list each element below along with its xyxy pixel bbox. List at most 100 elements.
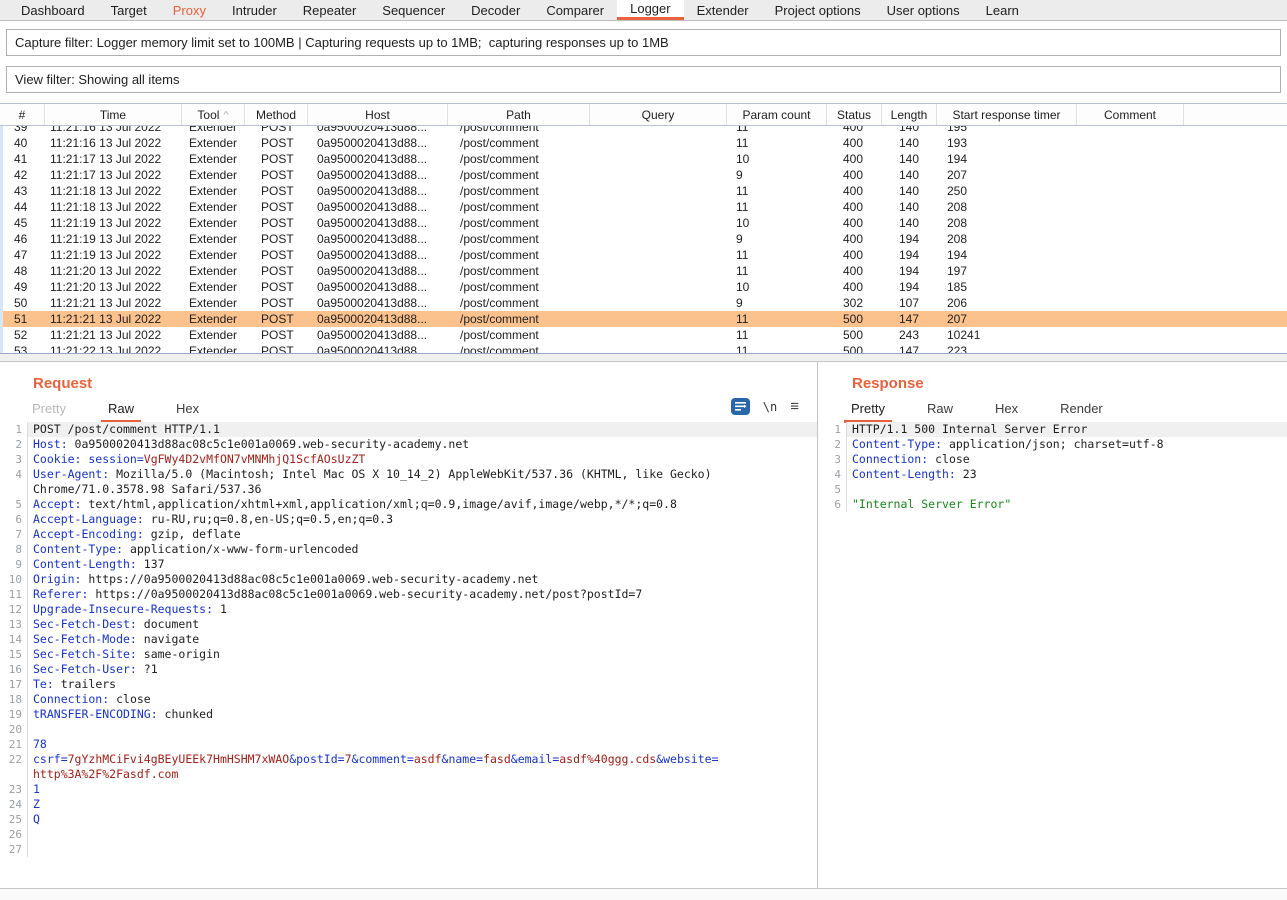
line-content: tRANSFER-ENCODING: chunked (28, 707, 817, 722)
table-row[interactable]: 4911:21:20 13 Jul 2022ExtenderPOST0a9500… (3, 279, 1287, 295)
horizontal-splitter[interactable] (0, 353, 1287, 362)
editor-menu-icon[interactable]: ≡ (790, 398, 799, 415)
request-editor[interactable]: 1POST /post/comment HTTP/1.12Host: 0a950… (0, 422, 817, 888)
menu-tab-user-options[interactable]: User options (874, 0, 973, 20)
capture-filter-bar[interactable]: Capture filter: Logger memory limit set … (6, 29, 1281, 56)
line-content: Origin: https://0a9500020413d88ac08c5c1e… (28, 572, 817, 587)
cell-comment (1080, 263, 1187, 279)
cell-tool: Extender (185, 327, 248, 343)
table-row[interactable]: 4211:21:17 13 Jul 2022ExtenderPOST0a9500… (3, 167, 1287, 183)
table-row[interactable]: 5111:21:21 13 Jul 2022ExtenderPOST0a9500… (3, 311, 1287, 327)
newline-toggle-icon[interactable]: \n (763, 400, 777, 414)
view-filter-bar[interactable]: View filter: Showing all items (6, 66, 1281, 93)
menu-tab-comparer[interactable]: Comparer (533, 0, 617, 20)
table-row[interactable]: 4011:21:16 13 Jul 2022ExtenderPOST0a9500… (3, 135, 1287, 151)
response-tab-raw[interactable]: Raw (920, 401, 960, 423)
cell-length: 140 (885, 126, 940, 135)
menu-tab-logger[interactable]: Logger (617, 0, 683, 20)
menu-tab-target[interactable]: Target (98, 0, 160, 20)
column-header-query[interactable]: Query (590, 104, 727, 125)
table-row[interactable]: 4511:21:19 13 Jul 2022ExtenderPOST0a9500… (3, 215, 1287, 231)
cell-param_count: 9 (730, 231, 830, 247)
column-header-host[interactable]: Host (308, 104, 448, 125)
line-number: 3 (0, 452, 28, 467)
cell-method: POST (248, 311, 311, 327)
cell-host: 0a9500020413d88... (311, 327, 451, 343)
line-number: 8 (0, 542, 28, 557)
cell-comment (1080, 311, 1187, 327)
cell-path: /post/comment (451, 135, 593, 151)
cell-host: 0a9500020413d88... (311, 215, 451, 231)
line-number: 16 (0, 662, 28, 677)
editor-line: 4Content-Length: 23 (819, 467, 1287, 482)
menu-tab-dashboard[interactable]: Dashboard (8, 0, 98, 20)
editor-line: 22csrf=7gYzhMCiFvi4gBEyUEEk7HmHSHM7xWAO&… (0, 752, 817, 767)
column-header-[interactable]: # (0, 104, 45, 125)
table-row[interactable]: 4111:21:17 13 Jul 2022ExtenderPOST0a9500… (3, 151, 1287, 167)
table-row[interactable]: 4811:21:20 13 Jul 2022ExtenderPOST0a9500… (3, 263, 1287, 279)
column-header-param-count[interactable]: Param count (727, 104, 827, 125)
table-row[interactable]: 5211:21:21 13 Jul 2022ExtenderPOST0a9500… (3, 327, 1287, 343)
table-row[interactable]: 4711:21:19 13 Jul 2022ExtenderPOST0a9500… (3, 247, 1287, 263)
line-content: Accept: text/html,application/xhtml+xml,… (28, 497, 817, 512)
column-header-label: Status (837, 108, 871, 122)
menu-tab-proxy[interactable]: Proxy (160, 0, 219, 20)
table-row[interactable]: 4311:21:18 13 Jul 2022ExtenderPOST0a9500… (3, 183, 1287, 199)
line-number: 14 (0, 632, 28, 647)
line-number: 13 (0, 617, 28, 632)
cell-length: 140 (885, 167, 940, 183)
column-header-label: Host (365, 108, 390, 122)
cell-method: POST (248, 327, 311, 343)
menu-tab-decoder[interactable]: Decoder (458, 0, 533, 20)
table-row[interactable]: 5011:21:21 13 Jul 2022ExtenderPOST0a9500… (3, 295, 1287, 311)
cell-path: /post/comment (451, 247, 593, 263)
column-header-label: Length (891, 108, 928, 122)
response-tab-render[interactable]: Render (1053, 401, 1110, 423)
cell-time: 11:21:19 13 Jul 2022 (48, 231, 185, 247)
editor-line: 6Accept-Language: ru-RU,ru;q=0.8,en-US;q… (0, 512, 817, 527)
table-row[interactable]: 5311:21:22 13 Jul 2022ExtenderPOST0a9500… (3, 343, 1287, 353)
request-tab-hex[interactable]: Hex (169, 401, 206, 423)
cell-query (593, 311, 730, 327)
request-tab-raw[interactable]: Raw (101, 401, 141, 423)
menu-tab-sequencer[interactable]: Sequencer (369, 0, 458, 20)
line-content: Sec-Fetch-Site: same-origin (28, 647, 817, 662)
editor-line: 9Content-Length: 137 (0, 557, 817, 572)
editor-line: 4User-Agent: Mozilla/5.0 (Macintosh; Int… (0, 467, 817, 482)
column-header-method[interactable]: Method (245, 104, 308, 125)
table-row[interactable]: 4411:21:18 13 Jul 2022ExtenderPOST0a9500… (3, 199, 1287, 215)
column-header-time[interactable]: Time (45, 104, 182, 125)
cell-tool: Extender (185, 215, 248, 231)
editor-line: 10Origin: https://0a9500020413d88ac08c5c… (0, 572, 817, 587)
cell-timer: 185 (940, 279, 1080, 295)
menu-tab-learn[interactable]: Learn (973, 0, 1032, 20)
cell-num: 51 (3, 311, 48, 327)
menu-tab-extender[interactable]: Extender (684, 0, 762, 20)
editor-line: 6"Internal Server Error" (819, 497, 1287, 512)
column-header-start-response-timer[interactable]: Start response timer (937, 104, 1077, 125)
cell-timer: 194 (940, 247, 1080, 263)
column-header-comment[interactable]: Comment (1077, 104, 1184, 125)
menu-tab-repeater[interactable]: Repeater (290, 0, 369, 20)
line-content: Sec-Fetch-Dest: document (28, 617, 817, 632)
response-tab-hex[interactable]: Hex (988, 401, 1025, 423)
menu-tab-project-options[interactable]: Project options (762, 0, 874, 20)
cell-time: 11:21:18 13 Jul 2022 (48, 183, 185, 199)
response-editor[interactable]: 1HTTP/1.1 500 Internal Server Error2Cont… (819, 422, 1287, 888)
column-header-tool[interactable]: Tool^ (182, 104, 245, 125)
table-row[interactable]: 4611:21:19 13 Jul 2022ExtenderPOST0a9500… (3, 231, 1287, 247)
column-header-length[interactable]: Length (882, 104, 937, 125)
menu-tab-intruder[interactable]: Intruder (219, 0, 290, 20)
column-header-status[interactable]: Status (827, 104, 882, 125)
editor-line: 16Sec-Fetch-User: ?1 (0, 662, 817, 677)
column-header-path[interactable]: Path (448, 104, 590, 125)
response-tab-pretty[interactable]: Pretty (844, 401, 892, 423)
word-wrap-icon[interactable] (731, 398, 750, 415)
cell-time: 11:21:20 13 Jul 2022 (48, 263, 185, 279)
table-row[interactable]: 3911:21:16 13 Jul 2022ExtenderPOST0a9500… (3, 126, 1287, 135)
request-panel: Request PrettyRawHex \n ≡ 1POST /post/co… (0, 362, 818, 888)
cell-host: 0a9500020413d88... (311, 151, 451, 167)
cell-tool: Extender (185, 263, 248, 279)
cell-query (593, 199, 730, 215)
line-content (28, 722, 817, 737)
